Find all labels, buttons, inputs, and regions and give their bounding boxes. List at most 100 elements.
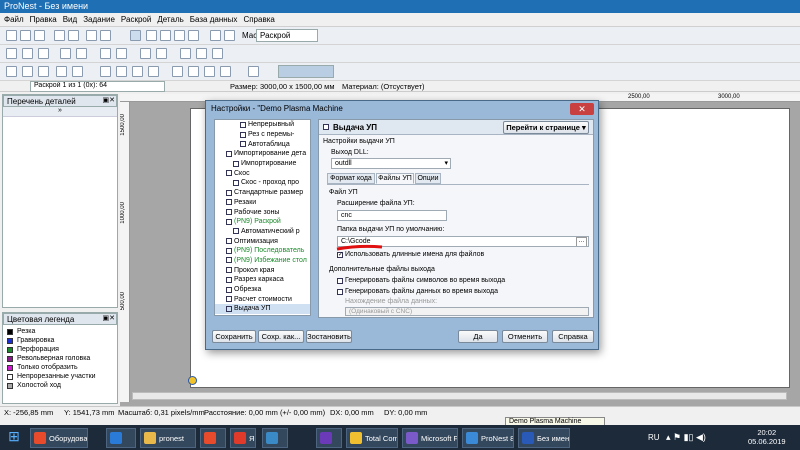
parts-icon[interactable]	[86, 30, 97, 41]
longnames-option[interactable]: ✓ Использовать длинные имена для файлов	[337, 251, 484, 258]
tool-icon[interactable]	[248, 66, 259, 77]
taskbar-app[interactable]	[200, 428, 226, 448]
tool-icon[interactable]	[6, 66, 17, 77]
color-combo[interactable]	[278, 65, 334, 78]
taskbar-app[interactable]: pronest	[140, 428, 196, 448]
tree-item[interactable]: Расчет стоимости	[215, 294, 310, 304]
tree-item[interactable]: Стандартные размер	[215, 188, 310, 198]
checkbox[interactable]	[337, 277, 343, 284]
scale-combo[interactable]: Раскрой	[256, 29, 318, 42]
menu-item[interactable]: База данных	[190, 15, 238, 24]
taskbar-app[interactable]	[106, 428, 136, 448]
gen-symbols-option[interactable]: Генерировать файлы символов во время вых…	[337, 277, 505, 284]
tab[interactable]: Опции	[415, 173, 441, 184]
ok-button[interactable]: Да	[458, 330, 498, 343]
tab[interactable]: Формат кода	[327, 173, 375, 184]
pan-icon[interactable]	[210, 30, 221, 41]
tool-icon[interactable]	[204, 66, 215, 77]
menu-item[interactable]: Правка	[30, 15, 57, 24]
zoom-window-icon[interactable]	[146, 30, 157, 41]
tool-icon[interactable]	[56, 66, 67, 77]
tree-item[interactable]: Резаки	[215, 198, 310, 208]
close-icon[interactable]: ▣✕	[103, 314, 115, 322]
menu-item[interactable]: Справка	[243, 15, 274, 24]
dialog-close-button[interactable]: ✕	[570, 103, 594, 115]
tree-item[interactable]: (PN9) Последователь	[215, 246, 310, 256]
taskbar-app[interactable]: Total Com...	[346, 428, 398, 448]
chevron-down-icon[interactable]: »	[3, 107, 117, 117]
tool-icon[interactable]	[132, 66, 143, 77]
tool-icon[interactable]	[140, 48, 151, 59]
checkbox[interactable]	[337, 288, 343, 295]
tool-icon[interactable]	[38, 48, 49, 59]
tool-icon[interactable]	[22, 48, 33, 59]
tool-icon[interactable]	[220, 66, 231, 77]
tool-icon[interactable]	[172, 66, 183, 77]
tool-icon[interactable]	[116, 66, 127, 77]
tool-icon[interactable]	[38, 66, 49, 77]
taskbar-app[interactable]: Microsoft F...	[402, 428, 458, 448]
tool-icon[interactable]	[72, 66, 83, 77]
cancel-button[interactable]: Отменить	[502, 330, 548, 343]
taskbar-app[interactable]: Я	[230, 428, 256, 448]
horizontal-scrollbar[interactable]	[132, 392, 787, 400]
tool-icon[interactable]	[212, 48, 223, 59]
menu-item[interactable]: Вид	[63, 15, 77, 24]
help-button[interactable]: Справка	[552, 330, 594, 343]
zoom-out-icon[interactable]	[174, 30, 185, 41]
tree-item[interactable]: Разрез каркаса	[215, 275, 310, 285]
tool-icon[interactable]	[196, 48, 207, 59]
tree-item[interactable]: Рез с перемы-	[215, 130, 310, 140]
tree-item[interactable]: Оптимизация	[215, 236, 310, 246]
browse-button[interactable]: …	[576, 237, 587, 246]
zoom-in-icon[interactable]	[160, 30, 171, 41]
tree-item[interactable]: Прокол края	[215, 265, 310, 275]
menu-item[interactable]: Раскрой	[121, 15, 151, 24]
menu-item[interactable]: Деталь	[157, 15, 183, 24]
menu-item[interactable]: Задание	[83, 15, 115, 24]
tool-icon[interactable]	[6, 48, 17, 59]
tree-item[interactable]: Автотаблица	[215, 139, 310, 149]
nest-selector[interactable]: Раскрой 1 из 1 (0x): 64	[30, 81, 165, 92]
tool-icon[interactable]	[188, 66, 199, 77]
tool-icon[interactable]	[60, 48, 71, 59]
tree-item[interactable]: Импортирование дета	[215, 149, 310, 159]
nest-icon[interactable]	[100, 30, 111, 41]
tool-icon[interactable]	[100, 48, 111, 59]
tool-icon[interactable]	[148, 66, 159, 77]
save-button[interactable]: Сохранить	[212, 330, 256, 343]
tool-icon[interactable]	[76, 48, 87, 59]
open-file-icon[interactable]	[20, 30, 31, 41]
tree-item[interactable]: Выдача УП	[215, 304, 310, 314]
tool-icon[interactable]	[22, 66, 33, 77]
data-location-input[interactable]: (Одинаковый с CNC)	[345, 307, 589, 316]
fit-icon[interactable]	[188, 30, 199, 41]
ext-input[interactable]: cnc	[337, 210, 447, 221]
windows-start-icon[interactable]: ⊞	[4, 428, 24, 447]
checked-icon[interactable]: ✓	[337, 251, 343, 258]
select-icon[interactable]	[130, 30, 141, 41]
tree-item[interactable]: Обрезка	[215, 285, 310, 295]
taskbar-app[interactable]: ProNest 8	[462, 428, 514, 448]
new-file-icon[interactable]	[6, 30, 17, 41]
tree-item[interactable]: Скос	[215, 168, 310, 178]
tree-item[interactable]: Рабочие зоны	[215, 207, 310, 217]
language-indicator[interactable]: RU	[648, 433, 660, 442]
taskbar-app[interactable]: Оборудова...	[30, 428, 88, 448]
save-file-icon[interactable]	[34, 30, 45, 41]
tree-item[interactable]: Скос - проход про	[215, 178, 310, 188]
taskbar-app[interactable]	[262, 428, 288, 448]
menu-item[interactable]: Файл	[4, 15, 24, 24]
taskbar-app[interactable]	[316, 428, 342, 448]
tree-item[interactable]: Непрерывный	[215, 120, 310, 130]
save-as-button[interactable]: Сохр. как...	[258, 330, 304, 343]
preview-icon[interactable]	[68, 30, 79, 41]
gen-data-option[interactable]: Генерировать файлы данных во время выход…	[337, 288, 498, 295]
tree-item[interactable]: Автоматический р	[215, 227, 310, 237]
tool-icon[interactable]	[180, 48, 191, 59]
print-icon[interactable]	[54, 30, 65, 41]
taskbar-app[interactable]: Без имени...	[518, 428, 570, 448]
restore-button[interactable]: Зостановить	[306, 330, 352, 343]
close-icon[interactable]: ▣✕	[103, 96, 115, 104]
refresh-icon[interactable]	[224, 30, 235, 41]
